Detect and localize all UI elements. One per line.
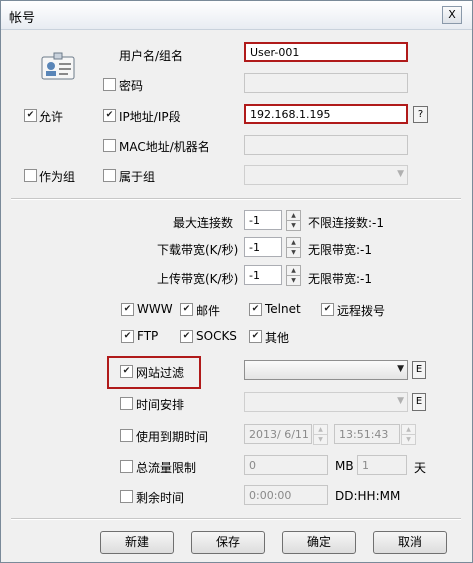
expiry-label: 使用到期时间 [136,430,209,444]
mac-input [244,135,408,155]
stepper-down-icon: ▼ [313,434,328,445]
belongs-group-label: 属于组 [119,170,156,184]
traffic-unit-input: 1 [357,455,407,475]
expiry-date-input: 2013/ 6/11 [244,424,312,444]
stepper-down-icon[interactable]: ▼ [286,220,301,231]
divider [11,198,461,200]
mac-label: MAC地址/机器名 [119,140,210,154]
username-input[interactable]: User-001 [244,42,408,62]
max-conn-hint: 不限连接数:-1 [308,216,385,230]
save-button[interactable]: 保存 [191,531,265,554]
window-title: 帐号 [9,11,36,26]
web-filter-edit-button[interactable]: E [412,361,426,379]
username-label: 用户名/组名 [119,49,184,63]
mail-checkbox[interactable] [180,303,193,316]
tian-label: 天 [414,461,427,475]
other-label: 其他 [265,331,290,345]
allow-checkbox[interactable] [24,109,37,122]
remote-dial-label: 远程拨号 [337,304,386,318]
password-label: 密码 [119,79,144,93]
expiry-checkbox[interactable] [120,429,133,442]
title-bar: 帐号 X [1,1,472,30]
socks-label: SOCKS [196,329,237,343]
traffic-label: 总流量限制 [136,461,197,475]
password-input [244,73,408,93]
remaining-label: 剩余时间 [136,491,185,505]
max-conn-input[interactable]: -1 [244,210,282,230]
mail-label: 邮件 [196,304,221,318]
mac-checkbox[interactable] [103,139,116,152]
schedule-edit-button[interactable]: E [412,393,426,411]
remaining-input: 0:00:00 [244,485,328,505]
chevron-down-icon: ▼ [397,396,404,406]
upload-stepper[interactable]: ▲ ▼ [286,265,301,286]
new-button[interactable]: 新建 [100,531,174,554]
other-checkbox[interactable] [249,330,262,343]
belongs-group-checkbox[interactable] [103,169,116,182]
account-dialog: 帐号 X 用户名/组名 User-001 密码 允许 IP地址/IP段 192.… [0,0,473,563]
chevron-down-icon: ▼ [397,364,404,374]
group-select: ▼ [244,165,408,185]
traffic-input: 0 [244,455,328,475]
traffic-checkbox[interactable] [120,460,133,473]
chevron-down-icon: ▼ [397,169,404,179]
download-stepper[interactable]: ▲ ▼ [286,237,301,258]
ftp-label: FTP [137,329,159,343]
web-filter-checkbox[interactable] [120,365,133,378]
web-filter-label: 网站过滤 [136,366,185,380]
expiry-date-stepper: ▲ ▼ [313,424,328,445]
allow-label: 允许 [39,110,64,124]
socks-checkbox[interactable] [180,330,193,343]
download-input[interactable]: -1 [244,237,282,257]
ftp-checkbox[interactable] [121,330,134,343]
ok-button[interactable]: 确定 [282,531,356,554]
telnet-checkbox[interactable] [249,303,262,316]
stepper-down-icon: ▼ [401,434,416,445]
download-hint: 无限带宽:-1 [308,243,373,257]
ip-help-button[interactable]: ? [413,106,428,123]
upload-label: 上传带宽(K/秒) [157,272,239,286]
password-checkbox[interactable] [103,78,116,91]
upload-input[interactable]: -1 [244,265,282,285]
schedule-checkbox[interactable] [120,397,133,410]
expiry-time-input: 13:51:43 [334,424,400,444]
cancel-button[interactable]: 取消 [373,531,447,554]
download-label: 下载带宽(K/秒) [157,243,239,257]
remote-dial-checkbox[interactable] [321,303,334,316]
schedule-label: 时间安排 [136,398,185,412]
www-label: WWW [137,302,173,316]
max-conn-label: 最大连接数 [173,216,234,230]
user-card-icon [41,52,75,80]
stepper-down-icon[interactable]: ▼ [286,247,301,258]
as-group-label: 作为组 [39,170,76,184]
remaining-format: DD:HH:MM [335,489,401,503]
as-group-checkbox[interactable] [24,169,37,182]
schedule-select: ▼ [244,392,408,412]
divider [11,518,461,520]
close-button[interactable]: X [442,6,462,24]
ip-input[interactable]: 192.168.1.195 [244,104,408,124]
www-checkbox[interactable] [121,303,134,316]
web-filter-select[interactable]: ▼ [244,360,408,380]
ip-label: IP地址/IP段 [119,110,181,124]
max-conn-stepper[interactable]: ▲ ▼ [286,210,301,231]
upload-hint: 无限带宽:-1 [308,272,373,286]
mb-label: MB [335,459,354,473]
remaining-checkbox[interactable] [120,490,133,503]
telnet-label: Telnet [265,302,301,316]
expiry-time-stepper: ▲ ▼ [401,424,416,445]
stepper-down-icon[interactable]: ▼ [286,275,301,286]
ip-checkbox[interactable] [103,109,116,122]
